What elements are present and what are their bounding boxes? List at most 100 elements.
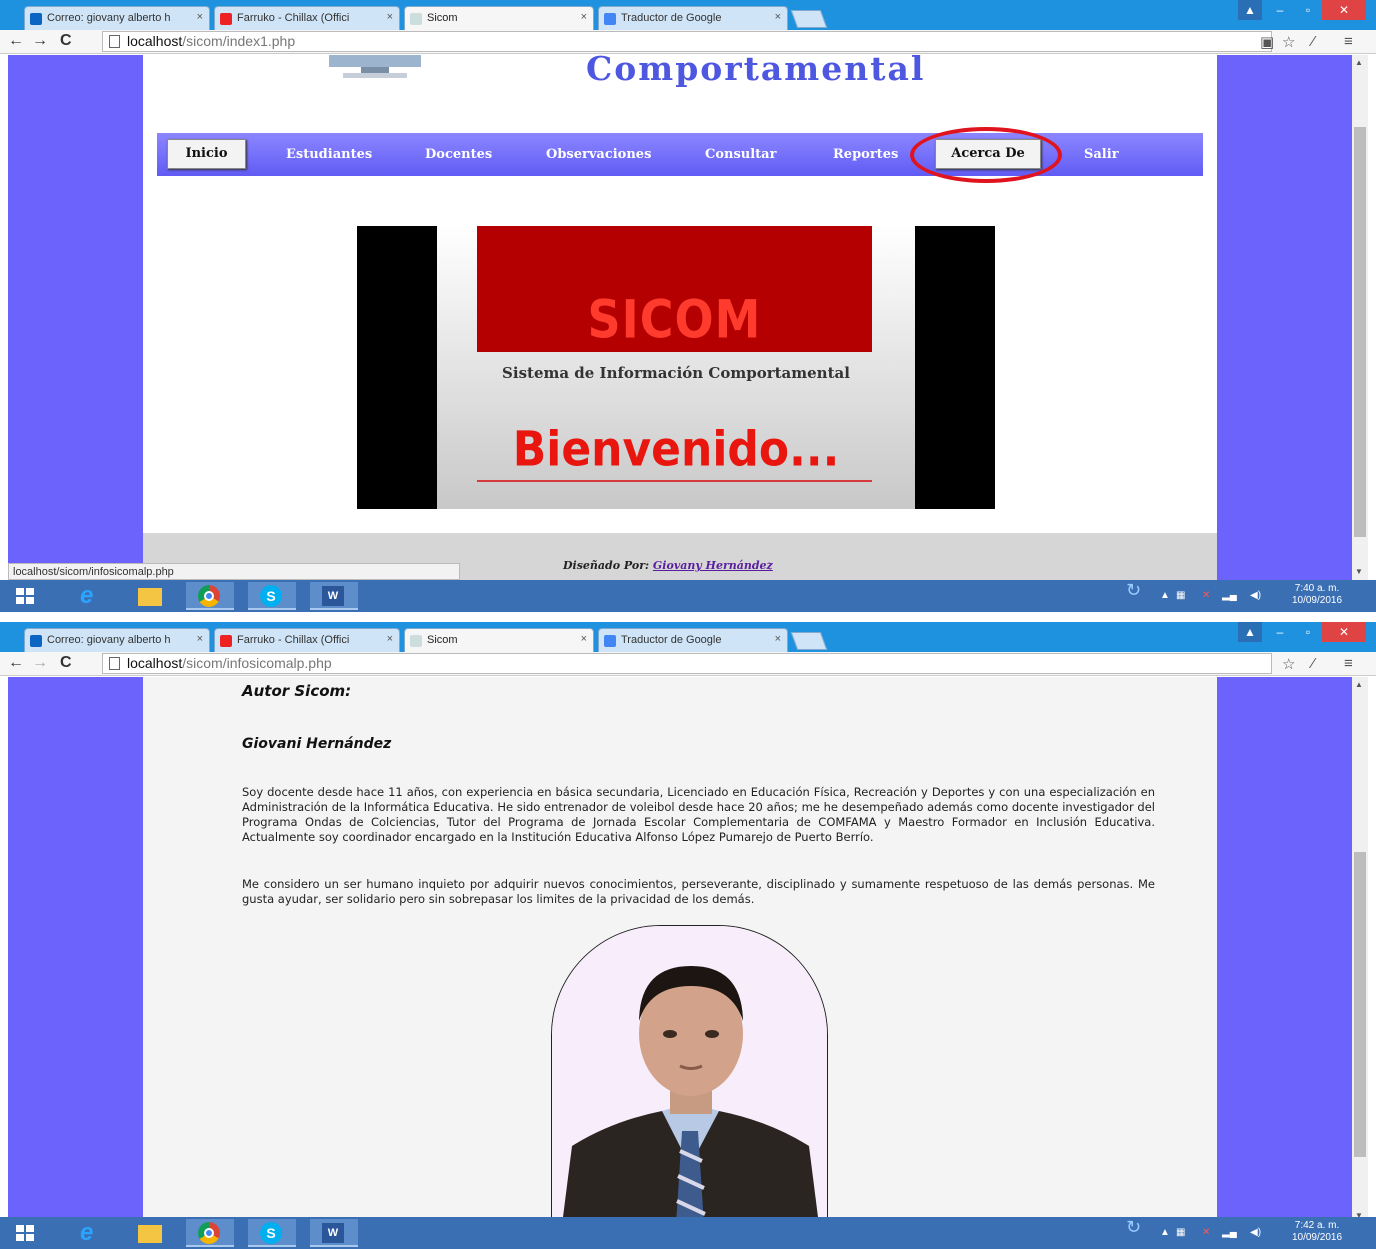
reload-icon[interactable]: C <box>60 32 72 50</box>
url-host: localhost <box>127 655 183 671</box>
restore-button[interactable]: ▫ <box>1296 622 1320 642</box>
portrait-image <box>552 926 827 1223</box>
forward-icon[interactable]: → <box>32 654 48 672</box>
menu-consultar[interactable]: Consultar <box>705 147 776 162</box>
banner-welcome: Bienvenido... <box>512 421 840 478</box>
tab-label: Traductor de Google <box>621 12 722 24</box>
user-icon[interactable]: ▲ <box>1238 0 1262 20</box>
clock[interactable]: 7:40 a. m. 10/09/2016 <box>1282 583 1352 607</box>
close-icon[interactable]: × <box>387 633 393 645</box>
tray-chevron-icon[interactable]: ▲ <box>1160 1227 1170 1239</box>
translate-icon[interactable]: ▣ <box>1260 33 1274 51</box>
address-toolbar: ← → C localhost/sicom/infosicomalp.php ☆… <box>0 652 1376 676</box>
volume-icon[interactable]: ◀) <box>1250 590 1261 602</box>
windows-start-icon[interactable] <box>16 1225 34 1241</box>
new-tab-button[interactable] <box>790 632 828 650</box>
menu-estudiantes[interactable]: Estudiantes <box>286 147 372 162</box>
windows-start-icon[interactable] <box>16 588 34 604</box>
menu-icon[interactable]: ≡ <box>1344 655 1353 672</box>
scrollbar[interactable]: ▲ ▼ <box>1352 677 1368 1224</box>
chrome-icon[interactable] <box>186 582 234 610</box>
close-icon[interactable]: × <box>775 11 781 23</box>
flag-icon[interactable]: ✕ <box>1202 1227 1210 1239</box>
banner-title: SICOM <box>587 287 762 351</box>
extension-icon[interactable]: ⁄ <box>1312 33 1315 50</box>
page-icon <box>410 13 422 25</box>
welcome-banner: SICOM Sistema de Información Comportamen… <box>357 226 995 509</box>
language-icon[interactable]: ↻ <box>1126 1218 1141 1236</box>
address-bar[interactable]: localhost/sicom/infosicomalp.php <box>102 653 1272 674</box>
minimize-button[interactable]: – <box>1268 0 1292 20</box>
network-icon[interactable]: ▦ <box>1176 590 1185 602</box>
scrollbar[interactable]: ▲ ▼ <box>1352 55 1368 580</box>
volume-icon[interactable]: ◀) <box>1250 1227 1261 1239</box>
ie-icon[interactable]: e <box>68 1219 116 1247</box>
close-icon[interactable]: × <box>387 11 393 23</box>
menu-reportes[interactable]: Reportes <box>833 147 898 162</box>
close-window-button[interactable]: ✕ <box>1322 0 1366 20</box>
author-link[interactable]: Giovany Hernández <box>653 559 773 572</box>
tab-label: Correo: giovany alberto h <box>47 12 171 24</box>
page-icon <box>109 657 120 670</box>
reload-icon[interactable]: C <box>60 654 72 672</box>
network-icon[interactable]: ▦ <box>1176 1227 1185 1239</box>
clock[interactable]: 7:42 a. m. 10/09/2016 <box>1282 1220 1352 1244</box>
close-icon[interactable]: × <box>581 633 587 645</box>
page-content: Comportamental Inicio Estudiantes Docent… <box>143 49 1217 533</box>
skype-icon[interactable]: S <box>248 1219 296 1247</box>
url-path: /sicom/index1.php <box>182 33 296 49</box>
scroll-thumb[interactable] <box>1354 127 1366 537</box>
page-heading: Comportamental <box>586 49 926 88</box>
close-icon[interactable]: × <box>581 11 587 23</box>
menu-observaciones[interactable]: Observaciones <box>546 147 651 162</box>
star-icon[interactable]: ☆ <box>1282 655 1295 673</box>
scroll-down-icon[interactable]: ▼ <box>1355 567 1363 576</box>
tab-strip: Correo: giovany alberto h × Farruko - Ch… <box>0 622 1376 652</box>
flag-icon[interactable]: ✕ <box>1202 590 1210 602</box>
extension-icon[interactable]: ⁄ <box>1312 655 1315 672</box>
language-icon[interactable]: ↻ <box>1126 581 1141 599</box>
restore-button[interactable]: ▫ <box>1296 0 1320 20</box>
close-icon[interactable]: × <box>197 633 203 645</box>
skype-icon[interactable]: S <box>248 582 296 610</box>
menu-inicio[interactable]: Inicio <box>167 139 246 169</box>
tab-farruko[interactable]: Farruko - Chillax (Offici × <box>214 628 400 652</box>
scroll-thumb[interactable] <box>1354 852 1366 1157</box>
tab-correo[interactable]: Correo: giovany alberto h × <box>24 628 210 652</box>
banner-underline <box>477 480 872 482</box>
chrome-icon[interactable] <box>186 1219 234 1247</box>
url-path: /sicom/infosicomalp.php <box>182 655 332 671</box>
ie-icon[interactable]: e <box>68 582 116 610</box>
scroll-up-icon[interactable]: ▲ <box>1355 58 1363 67</box>
menu-icon[interactable]: ≡ <box>1344 33 1353 50</box>
menu-docentes[interactable]: Docentes <box>425 147 492 162</box>
tab-traductor[interactable]: Traductor de Google × <box>598 628 788 652</box>
close-icon[interactable]: × <box>197 11 203 23</box>
clock-time: 7:40 a. m. <box>1294 583 1340 594</box>
signal-icon[interactable]: ▂▄ <box>1222 1227 1237 1239</box>
minimize-button[interactable]: – <box>1268 622 1292 642</box>
file-explorer-icon[interactable] <box>126 582 174 610</box>
tab-farruko[interactable]: Farruko - Chillax (Offici × <box>214 6 400 30</box>
tab-traductor[interactable]: Traductor de Google × <box>598 6 788 30</box>
scroll-up-icon[interactable]: ▲ <box>1355 680 1363 689</box>
page-icon <box>109 35 120 48</box>
new-tab-button[interactable] <box>790 10 828 28</box>
user-icon[interactable]: ▲ <box>1238 622 1262 642</box>
tab-sicom[interactable]: Sicom × <box>404 6 594 30</box>
tab-sicom[interactable]: Sicom × <box>404 628 594 652</box>
tray-chevron-icon[interactable]: ▲ <box>1160 590 1170 602</box>
back-icon[interactable]: ← <box>8 654 24 672</box>
back-icon[interactable]: ← <box>8 32 24 50</box>
word-icon[interactable]: W <box>310 1219 358 1247</box>
signal-icon[interactable]: ▂▄ <box>1222 590 1237 602</box>
tab-correo[interactable]: Correo: giovany alberto h × <box>24 6 210 30</box>
star-icon[interactable]: ☆ <box>1282 33 1295 51</box>
word-icon[interactable]: W <box>310 582 358 610</box>
file-explorer-icon[interactable] <box>126 1219 174 1247</box>
menu-salir[interactable]: Salir <box>1084 147 1119 162</box>
close-icon[interactable]: × <box>775 633 781 645</box>
forward-icon[interactable]: → <box>32 32 48 50</box>
close-window-button[interactable]: ✕ <box>1322 622 1366 642</box>
tab-label: Correo: giovany alberto h <box>47 634 171 646</box>
